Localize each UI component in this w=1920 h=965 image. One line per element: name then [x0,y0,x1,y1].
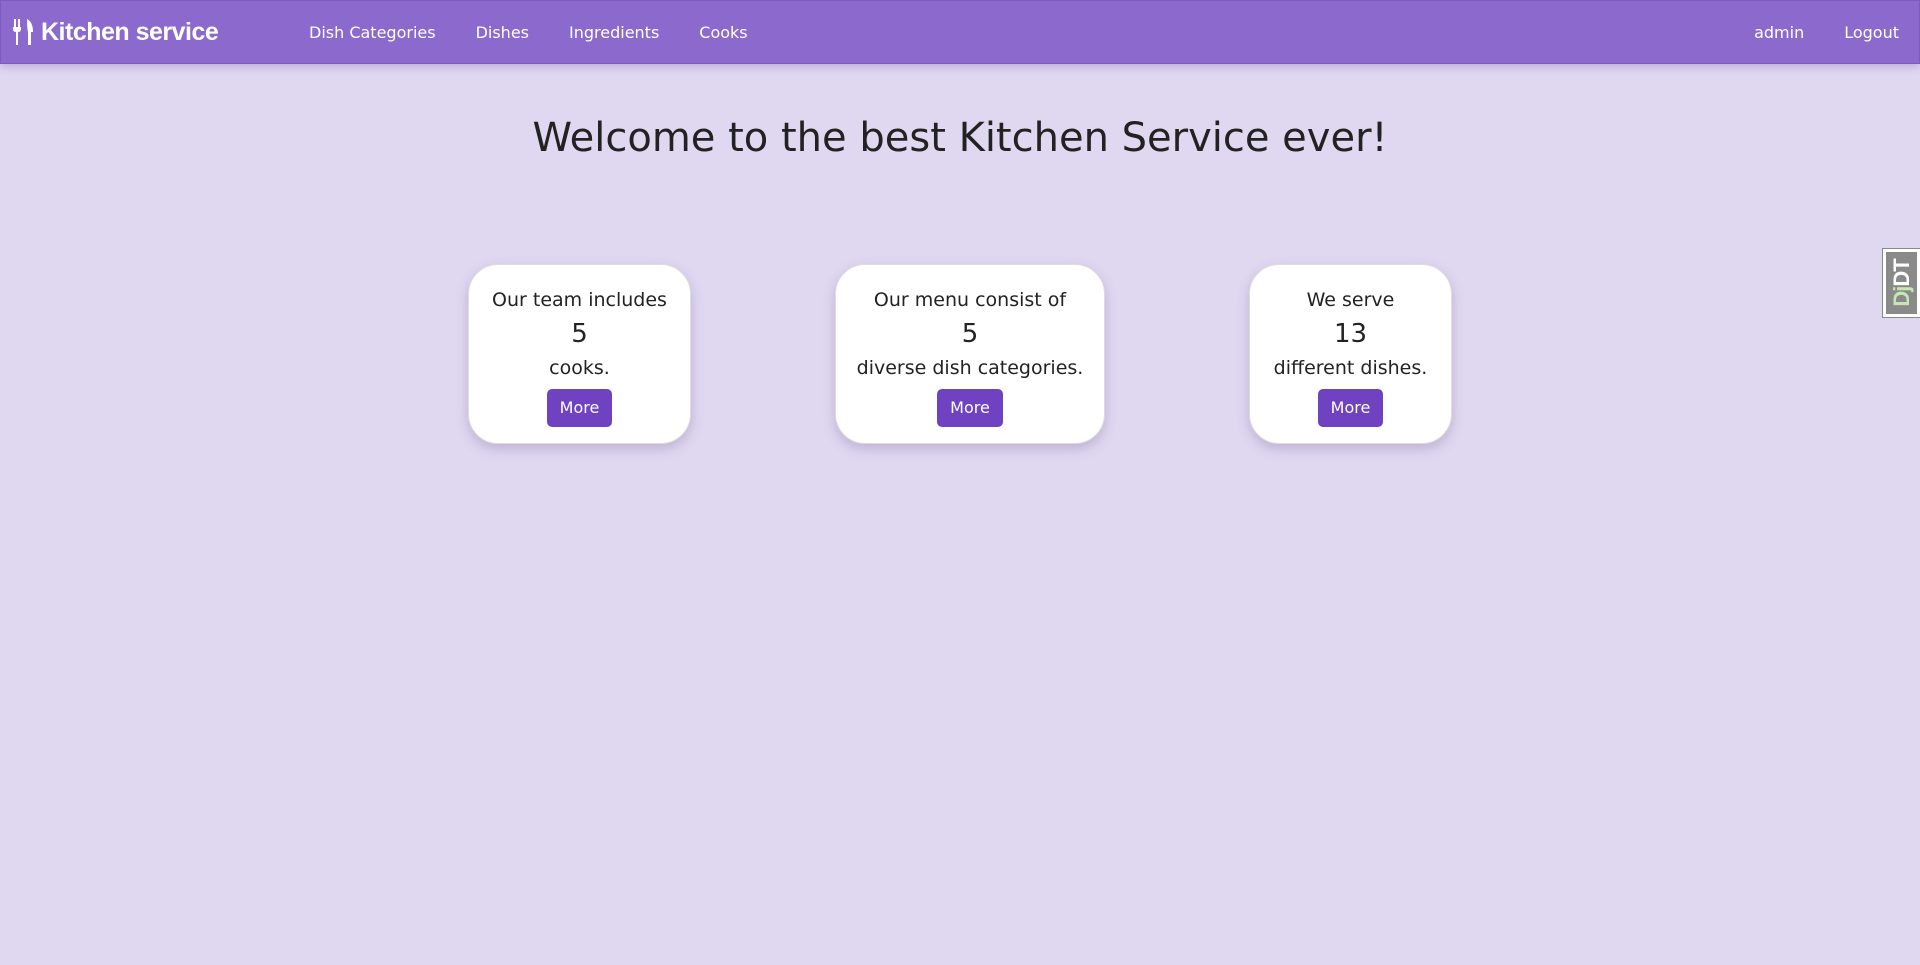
cooks-more-button[interactable]: More [546,389,613,427]
brand-label: Kitchen service [41,18,219,46]
dishes-card: We serve 13 different dishes. More [1249,264,1452,444]
dish-categories-more-button[interactable]: More [937,389,1003,427]
card-count: 13 [1333,319,1368,349]
card-top-text: Our team includes [492,289,667,311]
card-count: 5 [571,319,588,349]
dishes-more-button[interactable]: More [1317,389,1384,427]
page-title: Welcome to the best Kitchen Service ever… [532,115,1388,161]
top-navbar: Kitchen service Dish Categories Dishes I… [0,0,1920,64]
debug-toolbar-label: DjDT [1889,259,1915,306]
debug-toolbar-suffix: DT [1888,259,1914,287]
debug-toolbar-prefix: Dj [1888,286,1914,307]
cooks-card: Our team includes 5 cooks. More [468,264,691,444]
debug-toolbar-handle[interactable]: DjDT [1882,248,1920,318]
user-nav: admin Logout [1714,1,1899,63]
nav-ingredients[interactable]: Ingredients [569,23,659,42]
card-top-text: We serve [1306,289,1395,311]
dish-categories-card: Our menu consist of 5 diverse dish categ… [835,264,1105,444]
card-bottom-text: different dishes. [1273,357,1428,379]
card-bottom-text: cooks. [549,357,610,379]
brand-link[interactable]: Kitchen service [13,15,219,49]
main-nav: Dish Categories Dishes Ingredients Cooks [309,1,788,63]
card-top-text: Our menu consist of [873,289,1067,311]
debug-toolbar-logo: DjDT [1886,252,1917,314]
nav-dishes[interactable]: Dishes [476,23,529,42]
nav-cooks[interactable]: Cooks [699,23,747,42]
card-count: 5 [961,319,979,349]
card-bottom-text: diverse dish categories. [856,357,1084,379]
nav-dish-categories[interactable]: Dish Categories [309,23,436,42]
fork-knife-icon [13,18,37,46]
logout-link[interactable]: Logout [1844,23,1899,42]
user-link[interactable]: admin [1754,23,1804,42]
